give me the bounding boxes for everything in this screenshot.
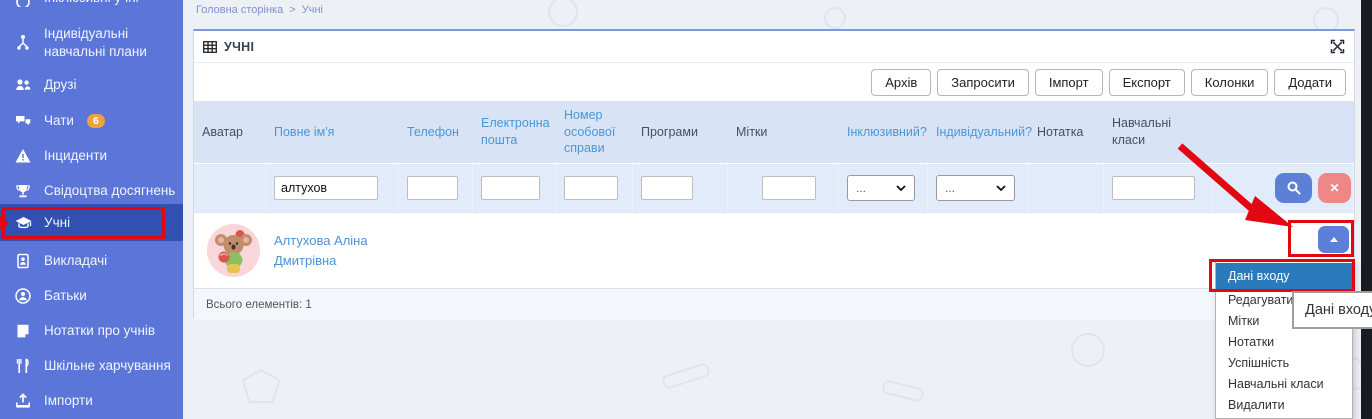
student-row[interactable]: Алтухова Аліна Дмитрівна [194,212,1354,288]
friends-icon [13,75,33,95]
columns-button[interactable]: Колонки [1191,69,1269,96]
import-button[interactable]: Імпорт [1035,69,1103,96]
export-button[interactable]: Експорт [1109,69,1185,96]
student-avatar [207,224,260,277]
chats-icon [13,111,33,131]
col-email[interactable]: Електронна пошта [473,101,556,163]
add-button[interactable]: Додати [1274,69,1346,96]
imports-icon [13,391,33,411]
menu-item-login-data[interactable]: Дані входу [1216,263,1352,290]
panel-header: УЧНІ [194,31,1354,63]
col-programs: Програми [633,101,728,163]
annotation-arrowhead-left [0,216,9,230]
table-grid-icon [203,41,217,53]
col-avatar: Аватар [194,101,266,163]
toolbar: Архів Запросити Імпорт Експорт Колонки Д… [194,63,1354,101]
filter-tags-input[interactable] [762,176,816,200]
search-button[interactable] [1275,173,1312,203]
filter-individual-select[interactable]: ... [936,175,1015,201]
tooltip-login-data: Дані входу [1292,291,1372,329]
filter-programs-input[interactable] [641,176,693,200]
inclusive-students-icon [13,0,33,8]
row-actions-toggle-button[interactable] [1318,226,1349,253]
sidebar-item-school-meals[interactable]: Шкільне харчування [0,354,183,378]
col-full-name[interactable]: Повне ім'я [266,101,399,163]
sidebar-item-individual-plans[interactable]: Індивідуальні навчальні плани [0,20,183,66]
incidents-icon [13,146,33,166]
filter-phone-input[interactable] [407,176,458,200]
filter-email-input[interactable] [481,176,540,200]
col-classes: Навчальні класи [1104,101,1213,163]
col-inclusive[interactable]: Інклюзивний? [839,101,928,163]
student-name-link[interactable]: Алтухова Аліна Дмитрівна [274,233,368,268]
search-icon [1286,180,1302,196]
individual-plans-icon [13,33,33,53]
row-actions-menu: Дані входу Редагувати Мітки Нотатки Успі… [1215,261,1353,419]
table-footer: Всього елементів: 1 [194,288,1354,320]
screen-edge-strip [1361,0,1372,419]
total-items-label: Всього елементів: 1 [206,299,312,311]
school-meals-icon [13,356,33,376]
col-tags: Мітки [728,101,839,163]
chevron-down-icon [996,185,1006,191]
col-actions [1213,101,1354,163]
sidebar-item-friends[interactable]: Друзі [0,73,183,97]
expand-panel-button[interactable] [1330,39,1345,54]
close-icon: ✕ [1329,181,1339,195]
menu-item-performance[interactable]: Успішність [1216,353,1352,374]
breadcrumb-current: Учні [302,4,323,16]
table-header-row: Аватар Повне ім'я Телефон Електронна пош… [194,101,1354,163]
student-notes-icon [13,321,33,341]
breadcrumb: Головна сторінка > Учні [196,4,323,16]
certificates-icon [13,181,33,201]
menu-item-classes[interactable]: Навчальні класи [1216,374,1352,395]
col-individual[interactable]: Індивідуальний? [928,101,1029,163]
filter-classes-input[interactable] [1112,176,1195,200]
sidebar-item-parents[interactable]: Батьки [0,284,183,308]
col-note: Нотатка [1029,101,1104,163]
breadcrumb-home-link[interactable]: Головна сторінка [196,4,283,16]
students-panel: УЧНІ Архів Запросити Імпорт Експорт Коло… [193,29,1355,318]
filter-full-name-input[interactable] [274,176,378,200]
caret-up-icon [1330,237,1338,242]
sidebar-item-inclusive-students[interactable]: Інклюзивні учні [0,0,183,10]
chats-unread-badge: 6 [87,114,105,128]
archive-button[interactable]: Архів [871,69,931,96]
filter-row: ... ... ✕ [194,163,1354,212]
chevron-down-icon [896,185,906,191]
col-phone[interactable]: Телефон [399,101,473,163]
sidebar: Інклюзивні учні Індивідуальні навчальні … [0,0,183,419]
sidebar-item-imports[interactable]: Імпорти [0,389,183,413]
invite-button[interactable]: Запросити [937,69,1029,96]
sidebar-item-student-notes[interactable]: Нотатки про учнів [0,319,183,343]
clear-filters-button[interactable]: ✕ [1318,173,1351,203]
breadcrumb-separator: > [289,4,295,16]
filter-inclusive-select[interactable]: ... [847,175,915,201]
sidebar-item-chats[interactable]: Чати 6 [0,109,183,133]
sidebar-item-incidents[interactable]: Інциденти [0,144,183,168]
parents-icon [13,286,33,306]
sidebar-item-certificates[interactable]: Свідоцтва досягнень [0,179,183,203]
panel-title: УЧНІ [224,40,254,54]
menu-item-delete[interactable]: Видалити [1216,395,1352,416]
students-icon [13,213,33,233]
sidebar-item-teachers[interactable]: Викладачі [0,249,183,273]
filter-file-number-input[interactable] [564,176,618,200]
teachers-icon [13,251,33,271]
menu-item-notes[interactable]: Нотатки [1216,332,1352,353]
col-file-number[interactable]: Номер особової справи [556,101,633,163]
sidebar-item-students[interactable]: Учні [0,204,183,241]
